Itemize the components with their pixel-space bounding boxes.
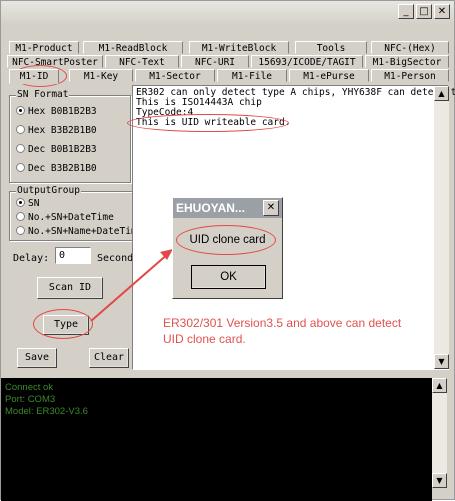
dialog-close-icon[interactable]: ✕ [263,200,279,216]
dialog-ok-button[interactable]: OK [191,265,266,289]
console-line-1: Connect ok [5,382,54,393]
console-scroll-up-icon[interactable]: ▲ [432,378,447,393]
main-window: _ □ ✕ M1-Product M1-ReadBlock M1-WriteBl… [0,0,455,501]
console-line-3: Model: ER302-V3.6 [5,406,88,417]
tab-m1-id[interactable]: M1-ID [9,69,59,84]
highlight-ellipse-dialog [176,225,276,255]
uid-dialog: EHUOYAN... ✕ UID clone card OK [172,197,283,299]
console-scrollbar[interactable]: ▲ ▼ [432,378,447,488]
status-console: Connect ok Port: COM3 Model: ER302-V3.6 [1,378,432,501]
console-scroll-down-icon[interactable]: ▼ [432,473,447,488]
arrow-line [90,252,170,322]
console-line-2: Port: COM3 [5,394,56,405]
